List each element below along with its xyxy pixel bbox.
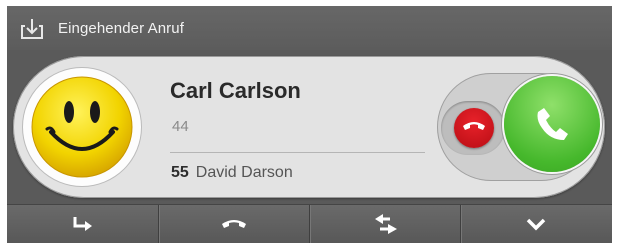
- hold-button[interactable]: [158, 205, 310, 243]
- hangup-phone-icon: [463, 122, 485, 130]
- action-bar: [7, 204, 612, 243]
- divider: [170, 152, 425, 153]
- forward-arrow-icon: [73, 217, 92, 231]
- smiley-face-icon: [31, 76, 133, 178]
- download-tray-icon: [19, 17, 45, 41]
- caller-name: Carl Carlson: [170, 78, 301, 103]
- call-target: 55 David Darson: [171, 164, 293, 182]
- decline-well: [441, 101, 505, 155]
- transfer-button[interactable]: [309, 205, 461, 243]
- target-extension: 55: [171, 164, 189, 181]
- avatar: [23, 68, 141, 186]
- call-card: Carl Carlson 44 55 David Darson: [13, 56, 605, 198]
- target-name: David Darson: [195, 164, 293, 181]
- window-title: Eingehender Anruf: [58, 20, 184, 37]
- chevron-down-icon: [526, 218, 546, 231]
- more-options-button[interactable]: [460, 205, 612, 243]
- title-bar: Eingehender Anruf: [7, 6, 612, 50]
- incoming-call-window: Eingehender Anruf Carl Carlson 44 55 Dav…: [7, 6, 612, 243]
- phone-handset-icon: [537, 108, 568, 140]
- accept-button[interactable]: [504, 76, 600, 172]
- caller-number: 44: [172, 118, 189, 135]
- decline-button[interactable]: [454, 108, 494, 148]
- transfer-arrows-icon: [375, 214, 397, 234]
- forward-button[interactable]: [7, 205, 158, 243]
- call-buttons: [437, 73, 600, 181]
- phone-handset-icon: [222, 220, 246, 228]
